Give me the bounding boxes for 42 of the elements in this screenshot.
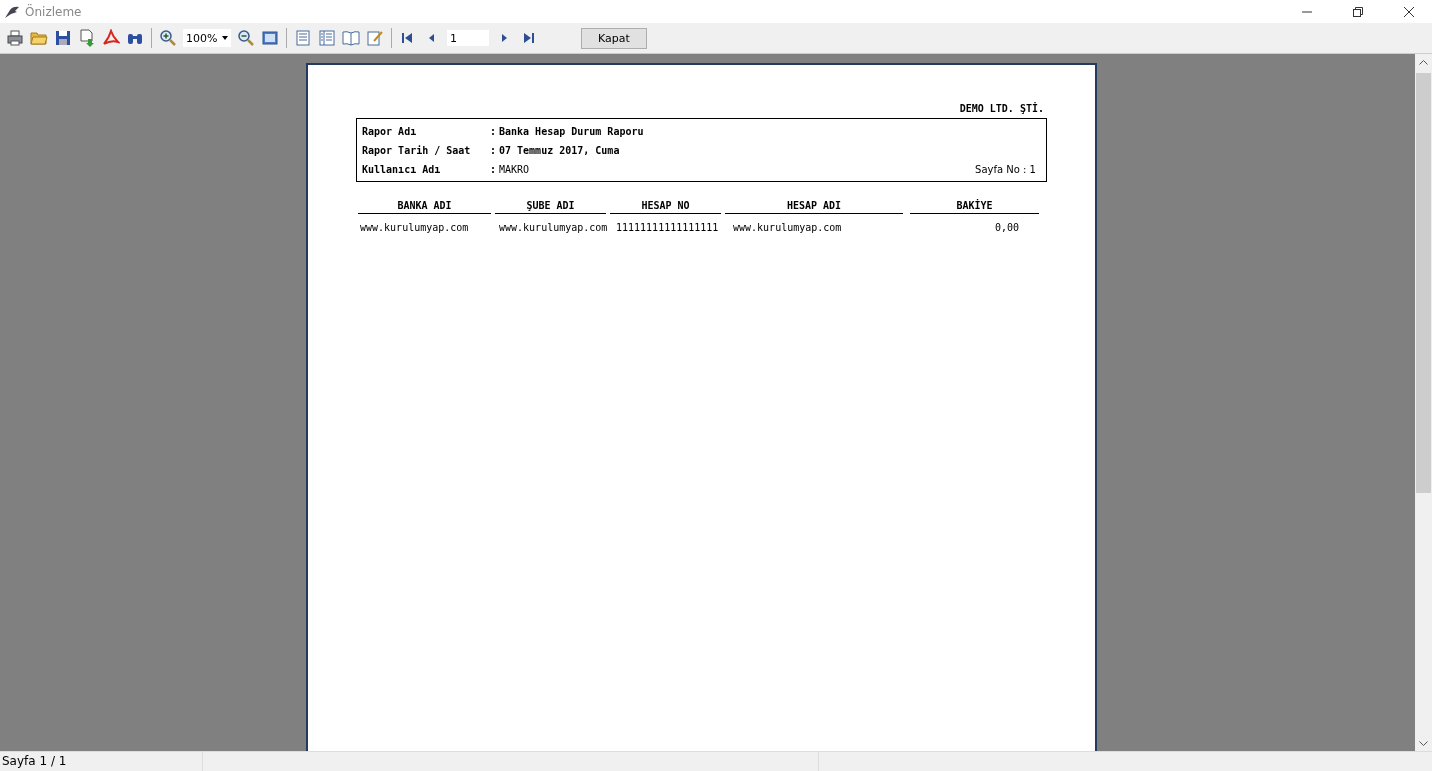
table-cell-text: www.kurulumyap.com	[359, 222, 470, 233]
separator-colon: :	[490, 164, 498, 175]
separator-colon: :	[490, 126, 498, 137]
caret-icon	[222, 36, 228, 40]
window-title: Önizleme	[25, 4, 83, 19]
info-label: Kullanıcı Adı	[362, 164, 442, 175]
zoom-in-icon[interactable]	[159, 29, 177, 47]
zoom-dropdown[interactable]: 100%	[183, 29, 231, 47]
table-cell-text: 0,00	[993, 222, 1020, 233]
close-icon[interactable]	[1404, 6, 1414, 17]
fit-page-icon[interactable]	[261, 29, 279, 47]
edit-icon[interactable]	[366, 29, 384, 47]
close-button[interactable]: Kapat	[581, 27, 647, 49]
table-cell-text: www.kurulumyap.com	[732, 222, 843, 233]
two-pages-icon[interactable]	[318, 29, 336, 47]
table-cell-text: 11111111111111111	[615, 222, 720, 233]
printer-icon[interactable]	[6, 29, 24, 47]
column-header: BAKİYE	[910, 200, 1039, 214]
export-icon[interactable]	[78, 29, 96, 47]
column-header: BANKA ADI	[358, 200, 491, 214]
scrollbar-thumb[interactable]	[1416, 73, 1431, 493]
info-label: Rapor Tarih / Saat	[362, 145, 472, 156]
restore-icon[interactable]	[1353, 6, 1363, 17]
table-cell-text: www.kurulumyap.com	[498, 222, 609, 233]
column-header: ŞUBE ADI	[495, 200, 606, 214]
info-label: Rapor Adı	[362, 126, 418, 137]
save-icon[interactable]	[54, 29, 72, 47]
column-header: HESAP NO	[610, 200, 721, 214]
info-value: Banka Hesap Durum Raporu	[499, 126, 645, 137]
info-value: MAKRO	[499, 164, 531, 175]
status-text: Sayfa 1 / 1	[0, 752, 203, 771]
folder-icon[interactable]	[30, 29, 48, 47]
separator-colon: :	[490, 145, 498, 156]
page-number: Sayfa No : 1	[975, 164, 1036, 175]
scrollbar[interactable]	[1415, 54, 1432, 751]
zoom-out-icon[interactable]	[237, 29, 255, 47]
page-number-field[interactable]: 1	[447, 30, 489, 46]
company-name: DEMO LTD. ŞTİ.	[958, 103, 1045, 114]
book-icon[interactable]	[342, 29, 360, 47]
column-header: HESAP ADI	[725, 200, 903, 214]
info-value: 07 Temmuz 2017, Cuma	[499, 145, 621, 156]
app-icon	[4, 4, 20, 19]
